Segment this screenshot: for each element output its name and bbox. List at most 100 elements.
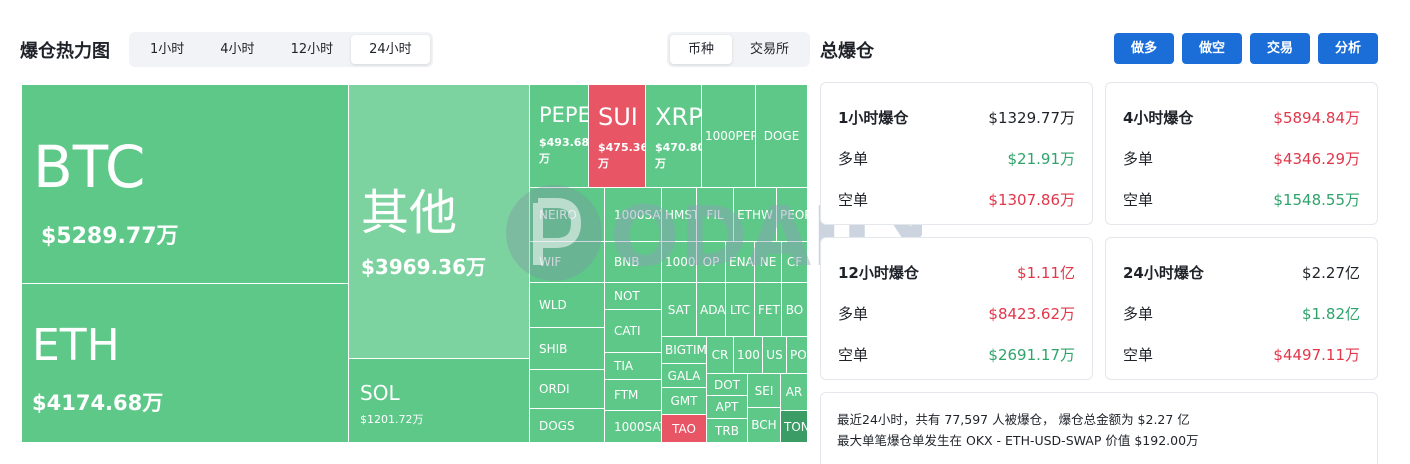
tile-gmt[interactable]: GMT (661, 387, 707, 415)
tile-ena[interactable]: ENA (725, 241, 755, 283)
tile-1000sats-b[interactable]: 1000SATS (604, 410, 662, 442)
tile-symbol: OP (702, 255, 720, 269)
tile-1000sats-a[interactable]: 1000SATS (604, 187, 662, 242)
tile-symbol: CF (786, 255, 803, 269)
tile-dogs[interactable]: DOGS (529, 408, 605, 442)
card-total: $1.11亿 (1017, 264, 1075, 282)
tile-symbol: NEIRO (539, 207, 577, 222)
card-1h: 1小时爆仓 $1329.77万 多单 $21.91万 空单 $1307.86万 (820, 82, 1093, 225)
tile-ftm[interactable]: FTM (604, 379, 662, 411)
tile-xrp[interactable]: XRP $470.80万 (645, 84, 702, 188)
tile-symbol: ETHW (737, 207, 773, 222)
tile-symbol: DOGE (763, 129, 800, 143)
tab-coin[interactable]: 币种 (670, 35, 733, 64)
tile-cr[interactable]: CR (706, 336, 734, 374)
tile-bigtime[interactable]: BIGTIME (661, 336, 707, 364)
tile-btc[interactable]: BTC $5289.77万 (21, 84, 349, 284)
tile-not[interactable]: NOT (604, 282, 662, 310)
tile-value: $4174.68万 (32, 391, 164, 415)
card-4h: 4小时爆仓 $5894.84万 多单 $4346.29万 空单 $1548.55万 (1105, 82, 1378, 225)
tile-ton[interactable]: TON (780, 410, 807, 442)
tile-tao[interactable]: TAO (661, 414, 707, 442)
tile-doge[interactable]: DOGE (755, 84, 807, 188)
tile-apt[interactable]: APT (706, 395, 748, 419)
long-label: 多单 (1123, 150, 1154, 168)
tile-symbol: PO (790, 348, 807, 362)
tile-ordi[interactable]: ORDI (529, 369, 605, 409)
tile-dot[interactable]: DOT (706, 373, 748, 396)
tile-cf[interactable]: CF (781, 241, 807, 283)
tile-symbol: LTC (729, 302, 751, 317)
tile-wld[interactable]: WLD (529, 282, 605, 328)
tile-sol[interactable]: SOL $1201.72万 (348, 358, 530, 442)
tile-op[interactable]: OP (696, 241, 726, 283)
long-value: $21.91万 (1007, 150, 1076, 168)
tile-symbol: PEOPLE (780, 207, 807, 222)
short-button[interactable]: 做空 (1182, 33, 1242, 64)
tile-sat[interactable]: SAT (661, 282, 697, 337)
tile-ada[interactable]: ADA (696, 282, 726, 337)
time-range-tabs: 1小时 4小时 12小时 24小时 (129, 32, 433, 67)
tile-us[interactable]: US (762, 336, 787, 374)
tab-1h[interactable]: 1小时 (132, 35, 202, 64)
card-24h: 24小时爆仓 $2.27亿 多单 $1.82亿 空单 $4497.11万 (1105, 237, 1378, 380)
tile-sui[interactable]: SUI $475.36万 (588, 84, 646, 188)
tile-shib[interactable]: SHIB (529, 327, 605, 370)
long-value: $8423.62万 (988, 305, 1075, 323)
tile-symbol: ADA (700, 302, 725, 317)
tile-symbol: 100 (737, 348, 760, 362)
tile-symbol: 其他 (361, 185, 458, 241)
tile-value: $493.68万 (539, 136, 589, 165)
tile-symbol: SEI (754, 383, 774, 398)
card-title: 1小时爆仓 (838, 109, 909, 127)
short-label: 空单 (838, 346, 869, 364)
tile-neiro[interactable]: NEIRO (529, 187, 605, 242)
tile-symbol: SUI (598, 103, 638, 131)
tile-symbol: DOT (713, 377, 740, 392)
tile-pepe[interactable]: PEPE $493.68万 (529, 84, 589, 188)
tile-wif[interactable]: WIF (529, 241, 605, 283)
tab-exchange[interactable]: 交易所 (732, 35, 807, 64)
tile-bch[interactable]: BCH (747, 407, 781, 442)
tile-sei[interactable]: SEI (747, 373, 781, 408)
tile-ethw[interactable]: ETHW (733, 187, 777, 242)
tile-fet[interactable]: FET (754, 282, 782, 337)
tile-symbol: SOL (360, 381, 400, 405)
tab-4h[interactable]: 4小时 (202, 35, 272, 64)
card-12h: 12小时爆仓 $1.11亿 多单 $8423.62万 空单 $2691.17万 (820, 237, 1093, 380)
tile-symbol: AR (785, 385, 803, 399)
card-title: 4小时爆仓 (1123, 109, 1194, 127)
tile-bo[interactable]: BO (781, 282, 807, 337)
tile-people[interactable]: PEOPLE (776, 187, 807, 242)
tile-symbol: TIA (614, 359, 634, 373)
tile-1000[interactable]: 1000 (661, 241, 697, 283)
tile-bnb[interactable]: BNB (604, 241, 662, 283)
trade-button[interactable]: 交易 (1250, 33, 1310, 64)
tile-ne[interactable]: NE (754, 241, 782, 283)
tile-symbol: US (766, 348, 783, 362)
tile-po[interactable]: PO (786, 336, 807, 374)
card-total: $5894.84万 (1273, 109, 1360, 127)
tile-100[interactable]: 100 (733, 336, 763, 374)
tile-hmstr[interactable]: HMSTR (661, 187, 697, 242)
tile-tia[interactable]: TIA (604, 352, 662, 380)
long-button[interactable]: 做多 (1114, 33, 1174, 64)
tile-1000pepe[interactable]: 1000PEPE (701, 84, 756, 188)
action-buttons: 做多 做空 交易 分析 (1114, 33, 1378, 64)
tab-24h[interactable]: 24小时 (351, 35, 430, 64)
liquidation-summary: 最近24小时，共有 77,597 人被爆仓， 爆仓总金额为 $2.27 亿 最大… (820, 392, 1378, 464)
tile-symbol: WLD (539, 298, 567, 312)
tile-gala[interactable]: GALA (661, 363, 707, 388)
tab-12h[interactable]: 12小时 (273, 35, 352, 64)
tile-fil[interactable]: FIL (696, 187, 734, 242)
tile-trb[interactable]: TRB (706, 418, 748, 442)
tile-symbol: SHIB (539, 341, 568, 356)
tile-cati[interactable]: CATI (604, 309, 662, 353)
analysis-button[interactable]: 分析 (1318, 33, 1378, 64)
tile-others[interactable]: 其他 $3969.36万 (348, 84, 530, 359)
tile-ltc[interactable]: LTC (725, 282, 755, 337)
card-title: 24小时爆仓 (1123, 264, 1204, 282)
tile-symbol: BO (785, 302, 804, 317)
tile-ar[interactable]: AR (780, 373, 807, 411)
tile-eth[interactable]: ETH $4174.68万 (21, 283, 349, 442)
